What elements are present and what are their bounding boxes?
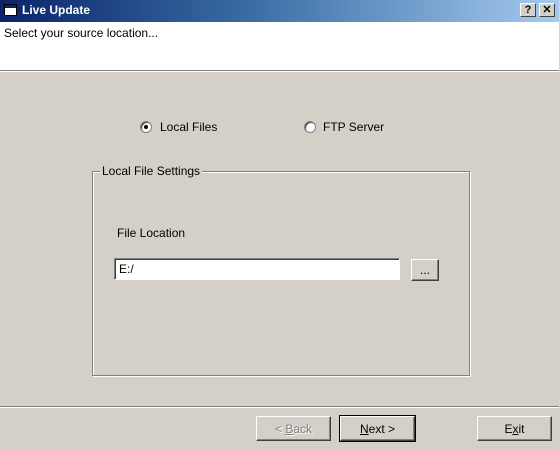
ftp-server-label[interactable]: FTP Server xyxy=(323,120,384,134)
window-title: Live Update xyxy=(22,3,91,17)
exit-button[interactable]: Exit xyxy=(477,416,552,441)
back-label-post: ack xyxy=(293,421,313,436)
exit-label-pre: E xyxy=(504,421,513,436)
next-label-mnemonic: N xyxy=(359,421,369,436)
group-title: Local File Settings xyxy=(100,164,203,178)
local-files-radio[interactable] xyxy=(140,121,152,133)
close-button[interactable]: ✕ xyxy=(539,3,555,17)
header-instruction: Select your source location... xyxy=(4,26,159,40)
title-bar[interactable]: Live Update ? ✕ xyxy=(0,0,559,22)
back-label-pre: < xyxy=(274,421,286,436)
local-files-label[interactable]: Local Files xyxy=(160,120,217,134)
file-location-label: File Location xyxy=(117,226,186,240)
help-button[interactable]: ? xyxy=(520,3,536,17)
header-divider-highlight xyxy=(0,71,559,72)
file-location-input[interactable] xyxy=(114,258,400,280)
exit-label-post: it xyxy=(518,421,525,436)
ftp-server-radio[interactable] xyxy=(304,121,316,133)
wizard-header: Select your source location... xyxy=(0,22,559,70)
next-button[interactable]: Next > xyxy=(339,415,416,442)
back-button[interactable]: < Back xyxy=(256,416,331,441)
app-window-icon xyxy=(4,4,17,16)
browse-button[interactable]: ... xyxy=(411,259,439,281)
next-label-post: ext > xyxy=(368,421,396,436)
footer-divider-highlight xyxy=(0,407,559,408)
